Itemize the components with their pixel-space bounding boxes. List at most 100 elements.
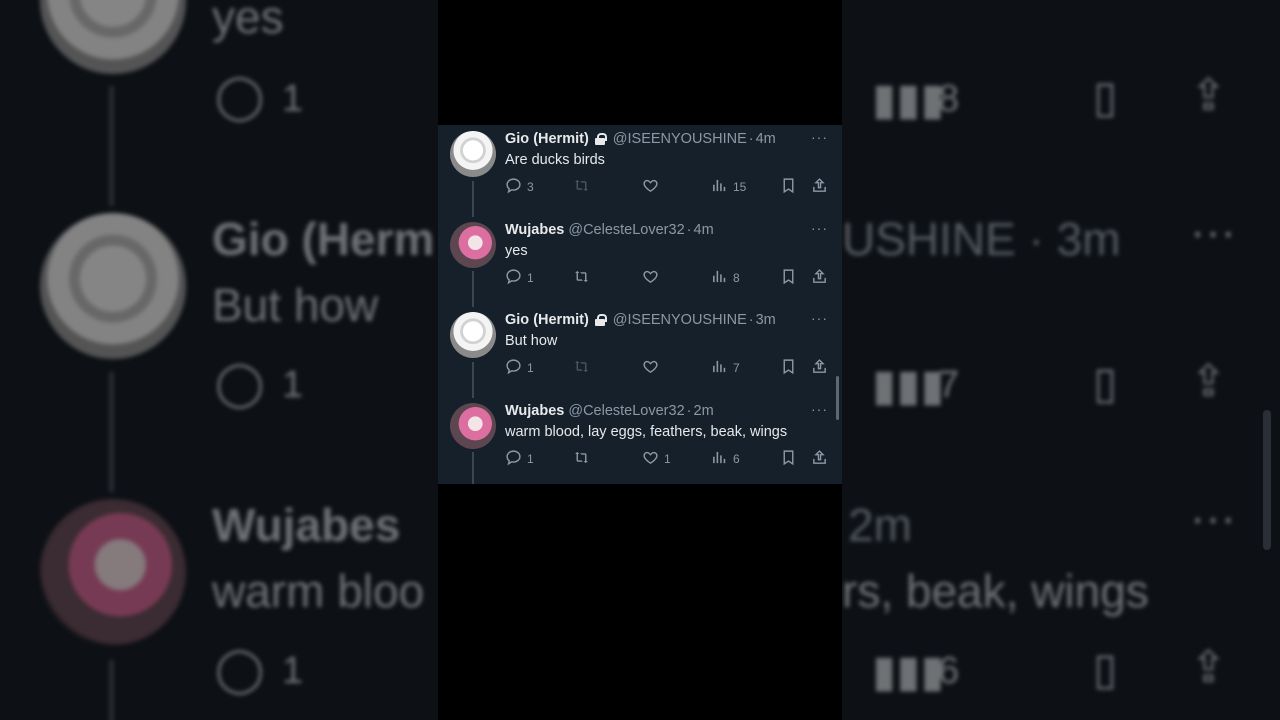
tweet[interactable]: Gio (Hermit) @ISEENYOUSHINE · 3m ··· But how 1… xyxy=(438,306,842,396)
like-button[interactable] xyxy=(642,177,664,197)
display-name[interactable]: Wujabes xyxy=(505,403,564,419)
bg-top-text: yes xyxy=(212,0,284,43)
tweet-actions: 17 xyxy=(505,358,835,380)
reply-count: 1 xyxy=(527,361,534,375)
more-options-icon[interactable]: ··· xyxy=(811,220,828,236)
separator-dot: · xyxy=(686,402,692,419)
views-icon xyxy=(711,268,728,288)
bg-body-text: But how xyxy=(212,279,379,331)
more-options-icon[interactable]: ··· xyxy=(811,401,828,417)
repost-icon xyxy=(573,449,590,469)
bookmark-button[interactable] xyxy=(780,268,797,288)
like-icon xyxy=(642,177,659,197)
display-name[interactable]: Wujabes xyxy=(505,222,564,238)
tweet[interactable]: Wujabes @CelesteLover32 · 4m ··· yes 1 8 xyxy=(438,216,842,306)
bg-views-icon: ▮▮▮ xyxy=(872,75,945,124)
tweet[interactable]: Gio (Hermit) @ISEENYOUSHINE · 4m ··· Are duck… xyxy=(438,125,842,215)
timestamp[interactable]: 2m xyxy=(694,403,714,419)
bg-more-dots: ··· xyxy=(1190,205,1236,257)
share-button[interactable] xyxy=(811,358,828,378)
separator-dot: · xyxy=(748,312,754,328)
timestamp[interactable]: 3m xyxy=(756,312,776,328)
timestamp[interactable]: 4m xyxy=(756,131,776,147)
bookmark-icon xyxy=(780,358,797,378)
views-count: 7 xyxy=(733,361,740,375)
bg-body2-left: warm bloo xyxy=(212,565,425,617)
big-avatar-wujabes xyxy=(40,499,186,645)
bg-share-icon-3: ⇪ xyxy=(1190,643,1227,692)
views-button[interactable]: 6 xyxy=(711,449,740,469)
lock-icon xyxy=(594,314,607,326)
bookmark-button[interactable] xyxy=(780,449,797,469)
bookmark-button[interactable] xyxy=(780,177,797,197)
bookmark-button[interactable] xyxy=(780,358,797,378)
reply-icon xyxy=(505,358,522,378)
timestamp[interactable]: 4m xyxy=(694,222,714,238)
bg-top-reply-count: 1 xyxy=(282,78,304,120)
tweet-header: Wujabes @CelesteLover32 · 4m xyxy=(505,222,714,238)
letterbox-bottom xyxy=(438,484,842,720)
views-count: 6 xyxy=(733,451,740,466)
tweet-actions: 1 1 6 xyxy=(505,449,835,471)
separator-dot: · xyxy=(748,131,754,147)
like-icon xyxy=(642,268,659,288)
bg-views-icon-3: ▮▮▮ xyxy=(872,647,945,696)
reply-icon xyxy=(505,268,522,288)
avatar[interactable] xyxy=(450,221,496,268)
avatar[interactable] xyxy=(450,402,496,449)
avatar[interactable] xyxy=(450,131,496,177)
big-avatar-top xyxy=(40,0,186,74)
bg-bookmark-icon: ▯ xyxy=(1093,73,1118,122)
bg-bottom-views: 6 xyxy=(938,650,960,692)
tweet-actions: 3 15 xyxy=(505,177,835,199)
reply-count: 1 xyxy=(527,451,534,466)
repost-button[interactable] xyxy=(573,358,595,378)
display-name[interactable]: Gio (Hermit) xyxy=(505,131,589,147)
tweet-text: Are ducks birds xyxy=(505,152,605,168)
user-handle[interactable]: @ISEENYOUSHINE xyxy=(613,131,747,147)
views-button[interactable]: 8 xyxy=(711,268,740,288)
reply-button[interactable]: 1 xyxy=(505,268,534,288)
user-handle[interactable]: @CelesteLover32 xyxy=(568,403,684,419)
reply-icon xyxy=(505,449,522,469)
bg-time2-partial: 2m xyxy=(848,499,912,551)
repost-icon xyxy=(573,268,590,288)
bg-thread-line xyxy=(109,86,114,206)
share-button[interactable] xyxy=(811,449,828,469)
like-button[interactable] xyxy=(642,268,664,288)
bg-reply-icon-3: ◯ xyxy=(215,645,265,694)
tweet-header: Gio (Hermit) @ISEENYOUSHINE · 4m xyxy=(505,131,776,147)
reply-button[interactable]: 1 xyxy=(505,358,534,378)
views-icon xyxy=(711,358,728,378)
reply-button[interactable]: 3 xyxy=(505,177,534,197)
views-button[interactable]: 7 xyxy=(711,358,740,378)
user-handle[interactable]: @CelesteLover32 xyxy=(568,222,684,238)
display-name[interactable]: Gio (Hermit) xyxy=(505,312,589,328)
bg-handle-partial: USHINE · 3m xyxy=(842,213,1121,265)
more-options-icon[interactable]: ··· xyxy=(811,129,828,145)
repost-button[interactable] xyxy=(573,449,595,469)
repost-button[interactable] xyxy=(573,268,595,288)
reply-button[interactable]: 1 xyxy=(505,449,534,469)
share-button[interactable] xyxy=(811,268,828,288)
share-icon xyxy=(811,358,828,378)
views-icon xyxy=(711,177,728,197)
tweet-header: Gio (Hermit) @ISEENYOUSHINE · 3m xyxy=(505,312,776,328)
more-options-icon[interactable]: ··· xyxy=(811,310,828,326)
share-icon xyxy=(811,177,828,197)
share-icon xyxy=(811,268,828,288)
bg-bottom-reply-count: 1 xyxy=(282,650,304,692)
tweet[interactable]: Wujabes @CelesteLover32 · 2m ··· warm blood, … xyxy=(438,397,842,485)
views-count: 15 xyxy=(733,180,747,194)
views-button[interactable]: 15 xyxy=(711,177,746,197)
bg-bookmark-icon-3: ▯ xyxy=(1093,645,1118,694)
repost-button[interactable] xyxy=(573,177,595,197)
avatar[interactable] xyxy=(450,312,496,358)
user-handle[interactable]: @ISEENYOUSHINE xyxy=(613,312,747,328)
reply-icon xyxy=(505,177,522,197)
like-button[interactable]: 1 xyxy=(642,449,671,469)
share-button[interactable] xyxy=(811,177,828,197)
views-icon xyxy=(711,449,728,469)
like-button[interactable] xyxy=(642,358,664,378)
bg-top-views: 8 xyxy=(938,78,960,120)
